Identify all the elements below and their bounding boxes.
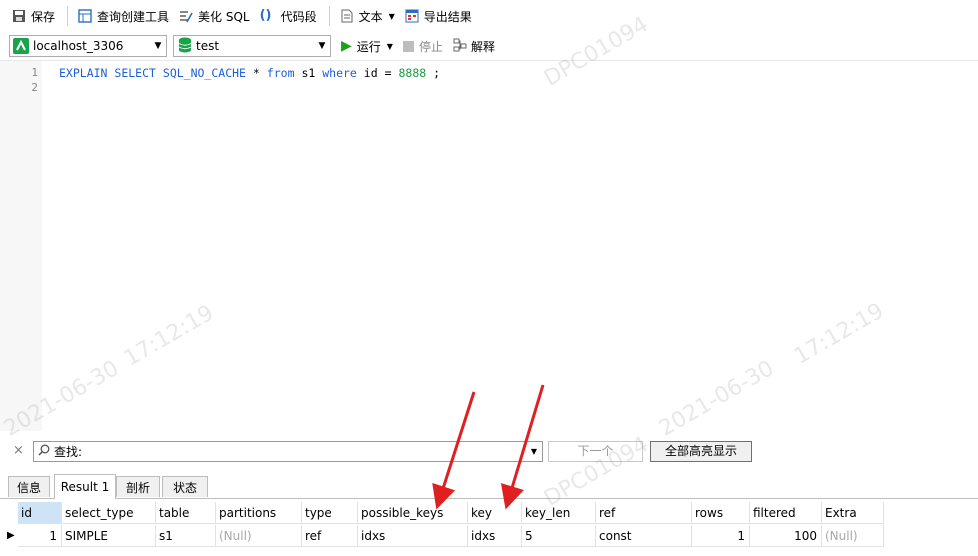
chevron-down-icon[interactable]: ▼ (531, 447, 537, 456)
explain-button[interactable]: 解释 (449, 34, 499, 58)
row-pointer-icon: ▶ (7, 530, 15, 541)
sql-token: id (363, 66, 378, 80)
query-builder-label: 查询创建工具 (97, 9, 170, 24)
save-label: 保存 (31, 9, 56, 24)
result-tabs: 信息 Result 1 剖析 状态 (0, 474, 978, 499)
braces-icon: () (259, 8, 272, 23)
line-number: 1 (31, 66, 38, 79)
column-header[interactable]: id (18, 502, 62, 524)
table-cell[interactable]: 1 (18, 525, 62, 547)
toolbar-divider (328, 6, 330, 26)
tab-info[interactable]: 信息 (8, 476, 50, 497)
export-results-button[interactable]: 导出结果 (401, 4, 476, 28)
table-cell[interactable]: SIMPLE (62, 525, 156, 547)
table-row[interactable]: ▶ 1 SIMPLE s1 (Null) ref idxs idxs 5 con… (0, 525, 978, 547)
table-cell[interactable]: const (596, 525, 692, 547)
search-icon (38, 444, 50, 459)
find-bar: × 查找: ▼ 下一个 全部高亮显示 (0, 440, 978, 464)
column-header[interactable]: key (468, 502, 522, 524)
connection-value: localhost_3306 (33, 39, 124, 53)
line-number: 2 (31, 81, 38, 94)
connection-icon (13, 38, 29, 54)
chevron-down-icon: ▼ (318, 41, 326, 51)
table-cell[interactable]: s1 (156, 525, 216, 547)
database-select[interactable]: test ▼ (173, 35, 331, 57)
export-icon (405, 9, 419, 23)
stop-icon (402, 40, 414, 52)
tab-result-1[interactable]: Result 1 (54, 474, 116, 499)
code-snippet-button[interactable]: () 代码段 (256, 4, 321, 28)
text-button[interactable]: 文本 ▼ (336, 4, 399, 28)
beautify-sql-label: 美化 SQL (198, 9, 250, 24)
database-icon (178, 37, 192, 56)
sql-keyword: EXPLAIN (59, 66, 108, 80)
chevron-down-icon: ▼ (388, 11, 395, 21)
sql-token: s1 (301, 66, 316, 80)
find-input[interactable]: 查找: ▼ (33, 441, 543, 462)
toolbar-divider (67, 6, 69, 26)
tab-profile[interactable]: 剖析 (116, 476, 160, 497)
column-header[interactable]: filtered (750, 502, 822, 524)
highlight-all-button[interactable]: 全部高亮显示 (650, 441, 752, 462)
table-cell[interactable]: (Null) (216, 525, 302, 547)
column-header[interactable]: type (302, 502, 358, 524)
column-header[interactable]: possible_keys (358, 502, 468, 524)
main-toolbar: 保存 查询创建工具 美化 SQL () 代码段 文本 ▼ 导出结果 (0, 0, 978, 32)
sql-editor[interactable]: 1 2 EXPLAIN SELECT SQL_NO_CACHE * from s… (0, 60, 978, 431)
column-header[interactable]: rows (692, 502, 750, 524)
table-cell[interactable]: (Null) (822, 525, 884, 547)
close-icon[interactable]: × (13, 443, 24, 458)
tab-status[interactable]: 状态 (162, 476, 208, 497)
sql-keyword: SELECT (114, 66, 156, 80)
table-cell[interactable]: idxs (358, 525, 468, 547)
sql-token: ; (433, 66, 441, 80)
sql-keyword: SQL_NO_CACHE (162, 66, 246, 80)
run-button[interactable]: ▶ 运行 ▼ (337, 34, 397, 58)
column-header[interactable]: table (156, 502, 216, 524)
run-label: 运行 (356, 39, 381, 54)
sql-number: 8888 (398, 66, 427, 80)
save-icon (12, 9, 26, 23)
grid-header-row: id select_type table partitions type pos… (0, 502, 978, 524)
table-cell[interactable]: idxs (468, 525, 522, 547)
beautify-icon (179, 9, 193, 23)
table-cell[interactable]: 5 (522, 525, 596, 547)
chevron-down-icon: ▼ (154, 41, 162, 51)
document-icon (340, 9, 354, 23)
column-header[interactable]: partitions (216, 502, 302, 524)
column-header[interactable]: select_type (62, 502, 156, 524)
stop-button[interactable]: 停止 (399, 34, 447, 58)
table-cell[interactable]: ref (302, 525, 358, 547)
sql-token: = (384, 66, 392, 80)
query-builder-button[interactable]: 查询创建工具 (74, 4, 173, 28)
text-label: 文本 (358, 9, 383, 24)
connection-toolbar: localhost_3306 ▼ test ▼ ▶ 运行 ▼ 停止 解释 (0, 32, 978, 60)
code-snippet-label: 代码段 (280, 9, 317, 24)
line-gutter: 1 2 (0, 61, 42, 431)
table-cell[interactable]: 1 (692, 525, 750, 547)
column-header[interactable]: ref (596, 502, 692, 524)
connection-select[interactable]: localhost_3306 ▼ (9, 35, 167, 57)
find-placeholder: 查找: (54, 445, 83, 459)
stop-label: 停止 (418, 39, 443, 54)
export-results-label: 导出结果 (423, 9, 472, 24)
beautify-sql-button[interactable]: 美化 SQL (175, 4, 254, 28)
sql-keyword: where (322, 66, 357, 80)
save-button[interactable]: 保存 (8, 4, 59, 28)
column-header[interactable]: Extra (822, 502, 884, 524)
sql-keyword: from (266, 66, 295, 80)
explain-label: 解释 (470, 39, 495, 54)
chevron-down-icon: ▼ (386, 41, 393, 51)
explain-icon (453, 38, 467, 55)
play-icon: ▶ (341, 38, 352, 54)
sql-token: * (252, 66, 260, 80)
query-builder-icon (78, 9, 92, 23)
sql-code-line: EXPLAIN SELECT SQL_NO_CACHE * from s1 wh… (59, 66, 440, 80)
database-value: test (196, 39, 220, 53)
table-cell[interactable]: 100 (750, 525, 822, 547)
